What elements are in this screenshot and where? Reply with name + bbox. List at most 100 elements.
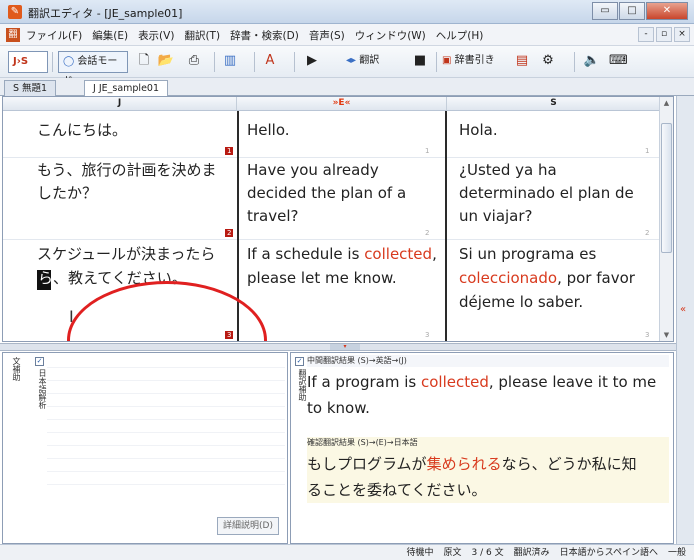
document-icon[interactable]: 翻 [6,28,20,42]
dictionary-button[interactable]: ▣ 辞書引き [442,51,504,73]
es-segment-1[interactable]: Hola. [459,119,498,142]
segment-marker-1: 1 [225,147,234,155]
language-selector[interactable]: J›S [8,51,48,73]
analysis-checkbox[interactable]: ✓ [35,357,44,366]
doc-close-button[interactable]: × [674,27,690,42]
es-segment-3-text: , por favor [557,269,635,287]
play-icon[interactable]: ▶ [302,51,322,71]
status-direction: 日本語からスペイン語へ [559,548,658,558]
en-segment-3-line1[interactable]: If a schedule is collected, [247,243,437,266]
back-translation-header: 確認翻訳結果 (S)→(E)→日本語 [307,438,418,447]
es-marker-3: 3 [645,331,650,339]
tab-untitled1[interactable]: S 無題1 [4,80,57,96]
translate-label: 翻訳 [359,55,380,66]
spanish-column[interactable]: Hola. 1 ¿Usted ya ha determinado el plan… [447,111,661,341]
en-segment-1[interactable]: Hello. [247,119,290,142]
print-icon[interactable]: ⎙ [184,51,204,71]
en-marker-3: 3 [425,331,430,339]
columns-icon[interactable]: ▥ [220,51,240,71]
scroll-thumb[interactable] [661,123,672,253]
es-marker-1: 1 [645,147,650,155]
menu-help[interactable]: ヘルプ(H) [436,28,484,43]
es-segment-3-line2[interactable]: coleccionado, por favor [459,267,635,290]
menu-view[interactable]: 表示(V) [138,28,174,43]
ja-segment-1[interactable]: こんにちは。 [37,119,127,142]
splitter-grip-icon[interactable]: ▾ [330,344,360,350]
menu-bar: 翻 ファイル(F) 編集(E) 表示(V) 翻訳(T) 辞書・検索(D) 音声(… [0,24,694,46]
en-segment-3-text: If a schedule is [247,245,365,263]
es-segment-3-line1[interactable]: Si un programa es [459,243,596,266]
stop-icon[interactable]: ■ [410,51,430,71]
en-segment-3-line2[interactable]: please let me know. [247,267,397,290]
status-sentence-count: 3 / 6 文 [471,548,504,558]
window-controls: ▭ □ ✕ [592,2,688,20]
menu-dictionary[interactable]: 辞書・検索(D) [230,28,299,43]
ja-selected-char[interactable]: ら [38,267,53,290]
es-marker-2: 2 [645,229,650,237]
intermediate-checkbox[interactable]: ✓ [295,357,304,366]
en-comma: , [432,245,437,263]
es-segment-2-line1[interactable]: ¿Usted ya ha [459,159,557,182]
tab-je-sample01[interactable]: J JE_sample01 [84,80,169,96]
menu-window[interactable]: ウィンドウ(W) [355,28,426,43]
column-header-spanish: S [447,97,661,111]
intermediate-text-rest: , please leave it to me [488,373,657,391]
keyboard-icon[interactable]: ⌨ [608,51,628,71]
menu-translate[interactable]: 翻訳(T) [184,28,220,43]
en-segment-2-line2[interactable]: decided the plan of a [247,182,406,205]
translation-dictionary-icon[interactable]: ▤ [512,51,532,71]
en-segment-2-line3[interactable]: travel? [247,205,298,228]
doc-restore-button[interactable]: ▫ [656,27,672,42]
analysis-list[interactable] [47,355,285,503]
maximize-button[interactable]: □ [619,2,645,20]
ja-segment-2-line2[interactable]: したか？ [37,182,97,205]
editor-scrollbar[interactable]: ▲ ▼ [659,97,673,341]
font-icon[interactable]: A [260,51,280,71]
close-button[interactable]: ✕ [646,2,688,20]
menu-voice[interactable]: 音声(S) [309,28,345,43]
status-state: 待機中 [406,548,434,558]
segment-marker-2: 2 [225,229,234,237]
detail-explanation-button[interactable]: 詳細説明(D) [217,517,279,535]
status-translated: 翻訳済み [513,548,550,558]
dictionary-icon: ▣ [442,55,452,66]
es-segment-2-line3[interactable]: un viajar? [459,205,533,228]
ja-segment-2-line1[interactable]: もう、旅行の計画を決めま [37,159,217,182]
intermediate-text: If a program is [307,373,421,391]
scroll-down-icon[interactable]: ▼ [660,329,673,341]
english-column[interactable]: Hello. 1 Have you already decided the pl… [239,111,447,341]
pane-splitter[interactable]: ▾ [0,343,694,351]
status-mode: 一般 [667,548,686,558]
dictionary-label: 辞書引き [454,55,495,66]
conversation-mode-button[interactable]: ◯ 会話モード [58,51,128,87]
intermediate-highlight: collected [420,373,489,391]
doc-minimize-button[interactable]: - [638,27,654,42]
scroll-up-icon[interactable]: ▲ [660,97,673,109]
parallel-editor: J »E« S こんにちは。 1 もう、旅行の計画を決めま したか？ 2 スケジ… [2,96,674,342]
window-title: 翻訳エディタ - [JE_sample01] [28,7,183,20]
minimize-button[interactable]: ▭ [592,2,618,20]
column-header-japanese: J [3,97,237,111]
ja-segment-3-line1[interactable]: スケジュールが決まったら [37,243,215,266]
new-document-icon[interactable]: 🗋 [134,51,154,71]
right-edge-panel: « [676,96,694,544]
translation-assist-pane: 翻訳補助 ✓ ✓ 中間翻訳結果 (S)→英語→(J) If a program … [290,352,674,544]
menu-edit[interactable]: 編集(E) [92,28,128,43]
speaker-icon[interactable]: 🔈 [582,51,602,71]
menu-file[interactable]: ファイル(F) [26,28,82,43]
sentence-assist-label: 文補助 [12,357,21,381]
en-segment-2-line1[interactable]: Have you already [247,159,379,182]
es-segment-3-line3[interactable]: déjeme lo saber. [459,291,583,314]
japanese-analysis-label: 日本語解析 [38,369,47,409]
translate-button[interactable]: ◂▸ 翻訳 [346,51,402,73]
status-source: 原文 [443,548,462,558]
translation-assist-label: 翻訳補助 [298,369,307,401]
en-marker-2: 2 [425,229,430,237]
en-highlight-collected: collected [364,245,433,263]
settings-icon[interactable]: ⚙ [538,51,558,71]
open-folder-icon[interactable]: 📂 [156,51,176,71]
es-segment-2-line2[interactable]: determinado el plan de [459,182,634,205]
expand-arrow-icon[interactable]: « [680,304,686,315]
intermediate-result-line1: If a program is collected, please leave … [307,369,665,395]
back-text-rest: なら、どうか私に知 [501,455,637,473]
